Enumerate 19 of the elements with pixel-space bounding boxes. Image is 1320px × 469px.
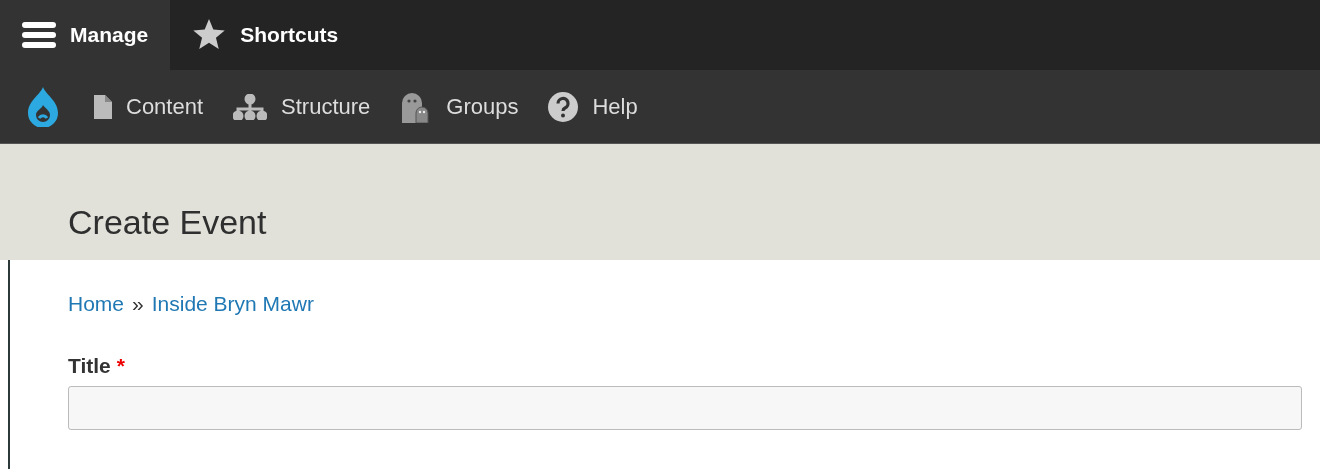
toolbar-tab[interactable]: Shortcuts <box>170 0 361 70</box>
toolbar-menu-item[interactable]: Help <box>548 91 638 122</box>
document-icon <box>94 94 112 119</box>
star-icon <box>192 19 227 51</box>
toolbar-menu-item[interactable]: Groups <box>400 90 519 123</box>
title-input-field[interactable] <box>68 386 1302 430</box>
sitemap-icon <box>233 93 268 120</box>
page-title: Create Event <box>68 203 267 242</box>
toolbar-menu-item[interactable]: Structure <box>233 93 371 120</box>
toolbar-menu-item[interactable]: Content <box>94 93 204 120</box>
required-marker: * <box>116 354 125 378</box>
breadcrumb-link[interactable]: Home <box>68 292 125 316</box>
toolbar-tab[interactable]: Manage <box>0 0 171 70</box>
menu-icon <box>22 21 56 49</box>
breadcrumb-link[interactable]: Inside Bryn Mawr <box>151 292 314 316</box>
help-icon <box>548 91 579 122</box>
drop-logo-icon[interactable] <box>28 86 58 127</box>
breadcrumb-separator: » <box>132 292 144 316</box>
field-label: Title <box>68 354 111 378</box>
